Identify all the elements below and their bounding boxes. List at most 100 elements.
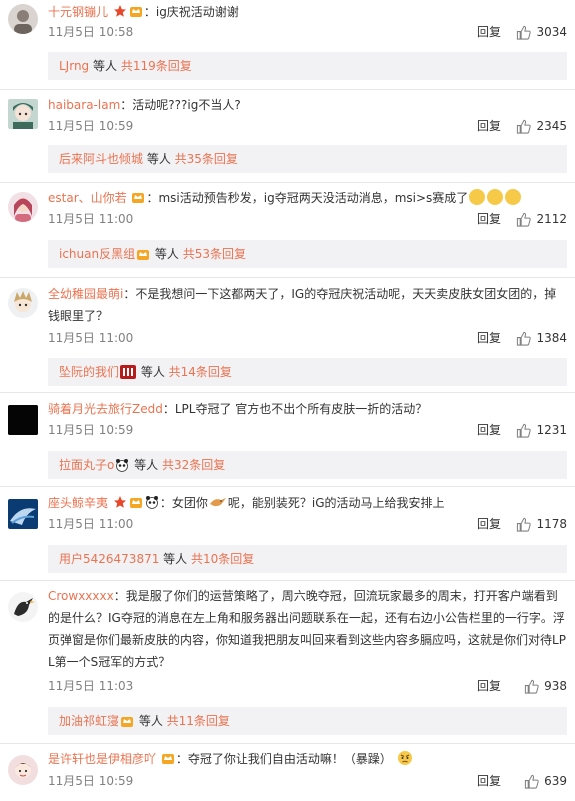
comment-username[interactable]: 十元钢镚儿: [48, 5, 108, 19]
panda-badge-icon: [115, 454, 129, 472]
grin-emoji-icon: [487, 189, 504, 205]
like-button[interactable]: 3034: [516, 22, 567, 42]
user-avatar[interactable]: [8, 192, 38, 222]
comment-text: 夺冠了你让我们自由活动嘛！（暴躁）: [187, 752, 392, 766]
like-count: 2345: [536, 119, 567, 133]
reply-count[interactable]: 共119条回复: [121, 59, 192, 73]
grin-emoji-icon: [505, 189, 522, 205]
reply-user[interactable]: 拉面丸子o: [59, 458, 114, 472]
reply-button[interactable]: 回复: [477, 209, 501, 229]
reply-button[interactable]: 回复: [477, 676, 501, 696]
like-count: 1384: [536, 331, 567, 345]
reply-count[interactable]: 共11条回复: [167, 714, 230, 728]
reply-button[interactable]: 回复: [477, 771, 501, 791]
grin-emoji-icon: [469, 189, 486, 205]
thumbs-up-icon: [524, 774, 539, 789]
replies-summary[interactable]: ichuan反黑组 等人 共53条回复: [48, 240, 567, 268]
panda-badge-icon: [145, 494, 159, 509]
user-avatar[interactable]: [8, 592, 38, 622]
comment-time: 11月5日 11:00: [48, 331, 134, 345]
like-count: 1231: [536, 423, 567, 437]
comment-username[interactable]: 骑着月光去旅行Zedd: [48, 402, 163, 416]
comment-username[interactable]: 是许轩也是伊相彦吖: [48, 752, 156, 766]
divider: [0, 392, 575, 393]
user-avatar[interactable]: [8, 99, 38, 129]
like-count: 1178: [536, 517, 567, 531]
replies-summary[interactable]: 坠阮的我们 等人 共14条回复: [48, 358, 567, 386]
like-count: 938: [544, 679, 567, 693]
reply-count[interactable]: 共32条回复: [162, 458, 225, 472]
comment-time: 11月5日 10:59: [48, 774, 134, 788]
replies-summary[interactable]: 拉面丸子o 等人 共32条回复: [48, 451, 567, 479]
comment-username[interactable]: 全幼稚园最萌i: [48, 287, 123, 301]
divider: [0, 277, 575, 278]
replies-summary[interactable]: 加油祁虹寖 等人 共11条回复: [48, 707, 567, 735]
user-avatar[interactable]: [8, 4, 38, 34]
thumbs-up-icon: [517, 331, 532, 346]
star-badge-icon: [113, 3, 127, 17]
reply-user[interactable]: 坠阮的我们: [59, 365, 119, 379]
comment-time: 11月5日 10:59: [48, 423, 134, 437]
crown-badge-icon: [161, 750, 175, 764]
reply-button[interactable]: 回复: [477, 116, 501, 136]
user-avatar[interactable]: [8, 288, 38, 318]
reply-button[interactable]: 回复: [477, 514, 501, 534]
reply-user[interactable]: ichuan反黑组: [59, 247, 135, 261]
thumbs-up-icon: [524, 679, 539, 694]
reply-mid: 等人: [135, 714, 167, 728]
reply-user[interactable]: LJrng: [59, 59, 89, 73]
reply-mid: 等人: [151, 247, 183, 261]
comment-text: ig庆祝活动谢谢: [155, 5, 239, 19]
reply-button[interactable]: 回复: [477, 328, 501, 348]
replies-summary[interactable]: 用户5426473871 等人 共10条回复: [48, 545, 567, 573]
user-avatar[interactable]: [8, 499, 38, 529]
like-button[interactable]: 2345: [516, 116, 567, 136]
reply-mid: 等人: [137, 365, 169, 379]
user-avatar[interactable]: [8, 755, 38, 785]
like-button[interactable]: 1231: [516, 420, 567, 440]
like-button[interactable]: 639: [524, 771, 567, 791]
comment-username[interactable]: estar、山你若: [48, 191, 127, 205]
reply-button[interactable]: 回复: [477, 420, 501, 440]
reply-count[interactable]: 共14条回复: [169, 365, 232, 379]
crown-badge-icon: [129, 3, 143, 17]
reply-user[interactable]: 用户5426473871: [59, 552, 159, 566]
comment-text: msi活动预告秒发，ig夺冠两天没活动消息，msi>s赛成了: [158, 191, 469, 205]
comment-time: 11月5日 11:00: [48, 212, 134, 226]
like-button[interactable]: 938: [524, 676, 567, 696]
like-button[interactable]: 2112: [516, 209, 567, 229]
divider: [0, 89, 575, 90]
reply-count[interactable]: 共35条回复: [175, 152, 238, 166]
thumbs-up-icon: [517, 25, 532, 40]
reply-button[interactable]: 回复: [477, 22, 501, 42]
reply-count[interactable]: 共10条回复: [191, 552, 254, 566]
star-badge-icon: [113, 494, 127, 508]
divider: [0, 580, 575, 581]
divider: [0, 182, 575, 183]
crown-badge-icon: [136, 243, 150, 260]
replies-summary[interactable]: LJrng 等人 共119条回复: [48, 52, 567, 80]
comment-text: 我是服了你们的运营策略了，周六晚夺冠，回流玩家最多的周末，打开客户端看到的是什么…: [48, 589, 566, 669]
divider: [0, 486, 575, 487]
crown-badge-icon: [129, 494, 143, 508]
like-button[interactable]: 1178: [516, 514, 567, 534]
reply-mid: 等人: [130, 458, 162, 472]
like-count: 639: [544, 774, 567, 788]
reply-mid: 等人: [143, 152, 175, 166]
comment-username[interactable]: haibara-lam: [48, 98, 120, 112]
replies-summary[interactable]: 后来阿斗也倾城 等人 共35条回复: [48, 145, 567, 173]
comment-text: 活动呢???ig不当人?: [132, 98, 241, 112]
comment-username[interactable]: 座头鲸辛夷: [48, 496, 108, 510]
divider: [0, 743, 575, 744]
reply-count[interactable]: 共53条回复: [183, 247, 246, 261]
comment-time: 11月5日 11:00: [48, 517, 134, 531]
comment-text: LPL夺冠了 官方也不出个所有皮肤一折的活动？: [174, 402, 428, 416]
vip-badge-icon: [120, 361, 137, 379]
comment-text-2: 呢，能别装死？iG的活动马上给我安排上: [227, 496, 445, 510]
reply-user[interactable]: 后来阿斗也倾城: [59, 152, 143, 166]
reply-mid: 等人: [159, 552, 191, 566]
user-avatar[interactable]: [8, 405, 38, 435]
comment-username[interactable]: Crowxxxxx: [48, 589, 114, 603]
like-button[interactable]: 1384: [516, 328, 567, 348]
reply-user[interactable]: 加油祁虹寖: [59, 714, 119, 728]
